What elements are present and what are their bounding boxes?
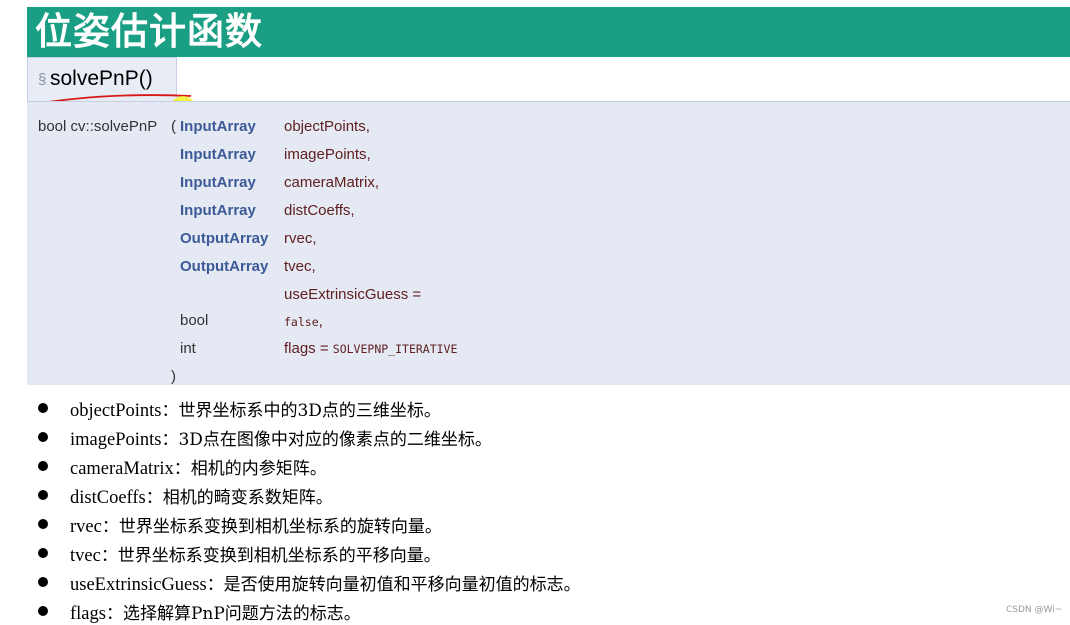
open-paren: ( xyxy=(171,118,176,135)
param-label: tvec xyxy=(70,546,101,566)
bullet-icon xyxy=(38,490,48,500)
param-description: ：相机的畸变系数矩阵。 xyxy=(145,488,333,508)
bullet-icon xyxy=(38,577,48,587)
default-value[interactable]: SOLVEPNP_ITERATIVE xyxy=(333,342,458,356)
param-label: distCoeffs xyxy=(70,488,146,508)
param-type: int xyxy=(180,340,196,357)
param-label: objectPoints xyxy=(70,401,162,421)
prototype-prefix: bool cv::solvePnP xyxy=(38,118,158,135)
param-description: ：世界坐标系变换到相机坐标系的旋转向量。 xyxy=(101,517,442,537)
param-description: ：3D点在图像中对应的像素点的二维坐标。 xyxy=(161,430,492,450)
bullet-icon xyxy=(38,432,48,442)
param-label: cameraMatrix xyxy=(70,459,174,479)
param-name: cameraMatrix, xyxy=(284,174,380,191)
param-label: useExtrinsicGuess xyxy=(70,575,207,595)
list-item: imagePoints：3D点在图像中对应的像素点的二维坐标。 xyxy=(38,422,1038,451)
list-item: cameraMatrix：相机的内参矩阵。 xyxy=(38,451,1038,480)
title-banner: 位姿估计函数 xyxy=(27,7,1070,57)
param-default: false, xyxy=(284,313,323,330)
bullet-icon xyxy=(38,519,48,529)
function-prototype: bool cv::solvePnP ( InputArray objectPoi… xyxy=(27,101,1070,385)
param-name: rvec, xyxy=(284,230,317,247)
bullet-icon xyxy=(38,461,48,471)
function-title: solvePnP() xyxy=(50,67,153,90)
param-type[interactable]: InputArray xyxy=(180,174,256,191)
list-item: distCoeffs：相机的畸变系数矩阵。 xyxy=(38,480,1038,509)
param-default: flags = SOLVEPNP_ITERATIVE xyxy=(284,340,457,357)
watermark: CSDN @Wi~ xyxy=(1006,605,1063,615)
section-symbol: § xyxy=(38,71,47,88)
param-name: objectPoints, xyxy=(284,118,370,135)
param-type[interactable]: InputArray xyxy=(180,202,256,219)
param-description: ：是否使用旋转向量初值和平移向量初值的标志。 xyxy=(206,575,581,595)
param-comma: , xyxy=(318,313,323,330)
default-value: false xyxy=(284,315,319,329)
param-description: ：世界坐标系中的3D点的三维坐标。 xyxy=(161,401,441,421)
list-item: useExtrinsicGuess：是否使用旋转向量初值和平移向量初值的标志。 xyxy=(38,567,1038,596)
close-paren: ) xyxy=(171,368,176,385)
param-type[interactable]: InputArray xyxy=(180,118,256,135)
param-type[interactable]: OutputArray xyxy=(180,258,268,275)
param-name: imagePoints, xyxy=(284,146,371,163)
bullet-icon xyxy=(38,548,48,558)
param-name: distCoeffs, xyxy=(284,202,355,219)
param-type[interactable]: InputArray xyxy=(180,146,256,163)
param-type[interactable]: OutputArray xyxy=(180,230,268,247)
list-item: tvec：世界坐标系变换到相机坐标系的平移向量。 xyxy=(38,538,1038,567)
bullet-icon xyxy=(38,606,48,616)
list-item: flags：选择解算PnP问题方法的标志。 xyxy=(38,596,1038,625)
bullet-icon xyxy=(38,403,48,413)
parameter-list: objectPoints：世界坐标系中的3D点的三维坐标。 imagePoint… xyxy=(0,385,1070,625)
page-title: 位姿估计函数 xyxy=(35,10,263,53)
param-label: flags xyxy=(70,604,106,624)
param-name: tvec, xyxy=(284,258,316,275)
param-description: ：选择解算PnP问题方法的标志。 xyxy=(105,604,361,624)
param-label: rvec xyxy=(70,517,102,537)
param-type: bool xyxy=(180,312,209,329)
list-item: objectPoints：世界坐标系中的3D点的三维坐标。 xyxy=(38,393,1038,422)
param-label: imagePoints xyxy=(70,430,162,450)
param-name: flags = xyxy=(284,340,333,357)
param-description: ：相机的内参矩阵。 xyxy=(173,459,327,479)
list-item: rvec：世界坐标系变换到相机坐标系的旋转向量。 xyxy=(38,509,1038,538)
param-description: ：世界坐标系变换到相机坐标系的平移向量。 xyxy=(100,546,441,566)
param-name: useExtrinsicGuess = xyxy=(284,286,422,303)
